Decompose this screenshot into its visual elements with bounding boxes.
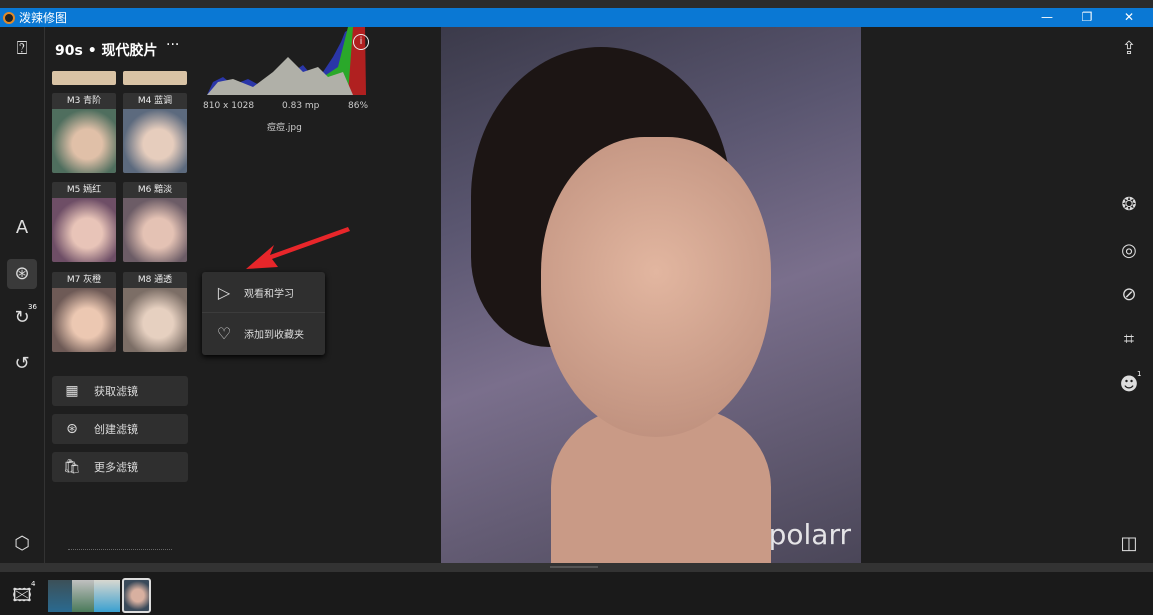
history-badge: 36 — [28, 303, 37, 311]
histogram: i 810 x 1028 0.83 mp 86% 痘痘.jpg — [203, 27, 371, 133]
filter-thumb-partial[interactable] — [52, 71, 116, 85]
left-toolbar: ⍰ A ⊛ ↻ 36 ↺ ⬡ — [0, 27, 45, 563]
crop-icon[interactable]: ⌗ — [1117, 328, 1141, 352]
app-logo-icon — [3, 11, 15, 24]
drag-handle[interactable] — [550, 566, 598, 568]
create-filter-icon: ⊛ — [66, 421, 78, 437]
export-icon[interactable]: ⇪ — [1117, 37, 1141, 61]
panel-scroll-indicator[interactable] — [68, 549, 172, 550]
compare-icon[interactable]: ◫ — [1117, 532, 1141, 556]
qr-icon: ▦ — [65, 383, 79, 399]
filter-thumb-m3[interactable]: M3 青阶 — [52, 93, 116, 173]
film-thumb[interactable] — [48, 580, 74, 612]
play-icon: ▷ — [217, 282, 231, 302]
more-options-button[interactable]: ··· — [166, 37, 179, 53]
annotation-arrow — [246, 227, 350, 269]
menu-item-add-favorite[interactable]: ♡ 添加到收藏夹 — [202, 313, 325, 354]
photo-canvas[interactable]: polarr — [441, 27, 861, 563]
heart-icon: ♡ — [216, 324, 232, 343]
more-filters-button[interactable]: 🛍 更多滤镜 — [52, 452, 188, 482]
file-name: 痘痘.jpg — [267, 123, 302, 133]
filter-thumb-m4[interactable]: M4 蓝调 — [123, 93, 187, 173]
top-strip — [0, 0, 1153, 8]
histogram-graph — [207, 27, 366, 95]
context-menu: ▷ 观看和学习 ♡ 添加到收藏夹 — [202, 272, 325, 355]
import-icon[interactable]: ⍰ — [10, 37, 34, 61]
image-megapixels: 0.83 mp — [282, 101, 320, 111]
film-thumb[interactable] — [94, 580, 120, 612]
get-filters-button[interactable]: ▦ 获取滤镜 — [52, 376, 188, 406]
filter-panel: 90s • 现代胶片 ··· M3 青阶 M4 蓝调 M5 嫣红 M6 黯淡 M… — [46, 27, 196, 563]
app-title: 泼辣修图 — [19, 11, 68, 25]
title-bar: 泼辣修图 — ❐ ✕ — [0, 8, 1153, 27]
filter-thumb-m6[interactable]: M6 黯淡 — [123, 182, 187, 262]
right-toolbar: ⇪ ❂ ◎ ⊘ ⌗ ☻ 1 ◫ — [1107, 27, 1153, 563]
filters-icon[interactable]: ⊛ — [7, 259, 37, 289]
info-icon[interactable]: i — [353, 34, 369, 50]
filter-thumb-partial[interactable] — [123, 71, 187, 85]
face-badge: 1 — [1137, 370, 1142, 378]
brush-icon[interactable]: ⊘ — [1117, 283, 1141, 307]
zoom-level: 86% — [348, 101, 369, 111]
photo-content — [541, 137, 771, 437]
filter-thumb-m5[interactable]: M5 嫣红 — [52, 182, 116, 262]
create-filter-button[interactable]: ⊛ 创建滤镜 — [52, 414, 188, 444]
adjust-icon[interactable]: ◎ — [1117, 239, 1141, 263]
menu-item-watch-learn[interactable]: ▷ 观看和学习 — [202, 272, 325, 313]
minimize-button[interactable]: — — [1032, 8, 1062, 27]
filter-thumb-m7[interactable]: M7 灰橙 — [52, 272, 116, 352]
bag-icon: 🛍 — [63, 459, 81, 475]
gallery-count: 4 — [31, 580, 36, 588]
settings-icon[interactable]: ⬡ — [10, 532, 34, 556]
color-wheel-icon[interactable]: ❂ — [1117, 193, 1141, 217]
film-thumb-selected[interactable] — [122, 578, 151, 613]
image-dimensions: 810 x 1028 — [203, 101, 255, 111]
filter-group-title: 90s • 现代胶片 — [55, 43, 158, 59]
close-button[interactable]: ✕ — [1114, 8, 1144, 27]
text-icon[interactable]: A — [10, 216, 34, 240]
filter-thumb-m8[interactable]: M8 通透 — [123, 272, 187, 352]
filmstrip-divider[interactable] — [0, 563, 1153, 572]
watermark: polarr — [768, 518, 851, 551]
filmstrip: 🖾 4 — [0, 572, 1153, 615]
restore-button[interactable]: ❐ — [1072, 8, 1102, 27]
reset-icon[interactable]: ↺ — [10, 352, 34, 376]
